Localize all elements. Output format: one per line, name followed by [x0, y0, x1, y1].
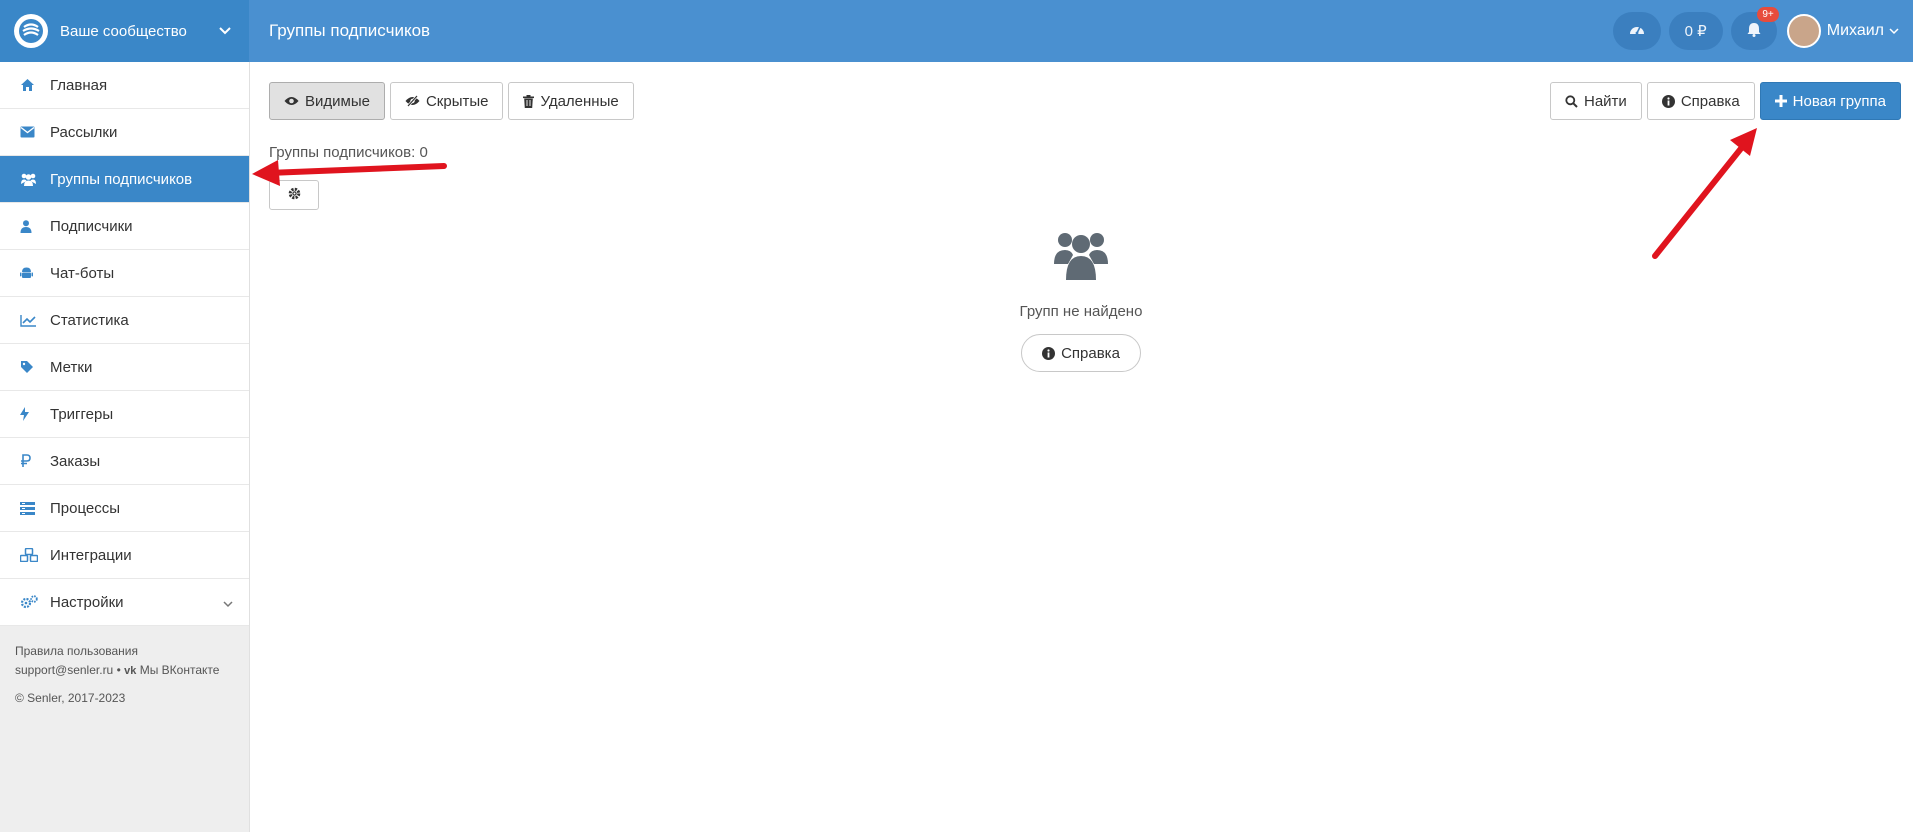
footer-separator: •	[116, 663, 121, 677]
tab-visible[interactable]: Видимые	[269, 82, 385, 120]
chevron-down-icon	[223, 595, 233, 612]
sidebar-item-settings[interactable]: Настройки	[0, 579, 249, 626]
eye-icon	[284, 96, 299, 106]
eye-slash-icon	[405, 95, 420, 107]
community-name: Ваше сообщество	[60, 22, 187, 40]
user-menu[interactable]: Михаил	[1786, 14, 1899, 48]
empty-help-label: Справка	[1061, 344, 1120, 362]
sidebar-item-tags[interactable]: Метки	[0, 344, 249, 391]
sidebar-item-statistics[interactable]: Статистика	[0, 297, 249, 344]
help-button[interactable]: Справка	[1646, 82, 1755, 120]
bell-icon	[1747, 22, 1761, 41]
sidebar-item-label: Главная	[50, 76, 108, 94]
empty-message: Групп не найдено	[1019, 303, 1143, 320]
cubes-icon	[20, 548, 50, 562]
gear-icon	[288, 187, 301, 204]
tab-hidden-label: Скрытые	[425, 92, 489, 110]
sidebar: Ваше сообщество Главная Рассылки Группы …	[0, 0, 250, 832]
bolt-icon	[20, 407, 50, 421]
trash-icon	[523, 94, 535, 108]
sidebar-item-processes[interactable]: Процессы	[0, 485, 249, 532]
community-selector[interactable]: Ваше сообщество	[0, 0, 249, 62]
new-group-label: Новая группа	[1792, 92, 1886, 110]
sidebar-footer: Правила пользования support@senler.ru • …	[0, 626, 249, 724]
avatar	[1786, 14, 1821, 48]
page-title: Группы подписчиков	[269, 21, 431, 40]
cogs-icon	[20, 595, 50, 609]
sidebar-item-label: Процессы	[50, 499, 121, 517]
sidebar-item-label: Рассылки	[50, 123, 118, 141]
settings-button[interactable]	[269, 180, 319, 210]
info-icon	[1042, 346, 1056, 360]
find-label: Найти	[1584, 92, 1627, 110]
dashboard-icon	[1629, 22, 1645, 40]
chevron-down-icon	[1889, 27, 1899, 35]
ruble-icon	[20, 454, 50, 468]
tag-icon	[20, 360, 50, 374]
sidebar-item-label: Подписчики	[50, 217, 133, 235]
envelope-icon	[20, 126, 50, 138]
sidebar-item-chatbots[interactable]: Чат-боты	[0, 250, 249, 297]
android-icon	[20, 266, 50, 280]
user-icon	[20, 219, 50, 233]
sidebar-item-label: Чат-боты	[50, 264, 115, 282]
sidebar-item-triggers[interactable]: Триггеры	[0, 391, 249, 438]
plus-icon	[1774, 95, 1787, 107]
users-icon	[1054, 233, 1108, 284]
find-button[interactable]: Найти	[1550, 82, 1642, 120]
sidebar-item-home[interactable]: Главная	[0, 62, 249, 109]
balance-value: 0 ₽	[1684, 23, 1707, 40]
sidebar-item-subscribers[interactable]: Подписчики	[0, 203, 249, 250]
sidebar-item-label: Статистика	[50, 311, 129, 329]
support-email-link[interactable]: support@senler.ru	[15, 663, 113, 677]
list-icon	[20, 501, 50, 515]
copyright: © Senler, 2017-2023	[15, 691, 126, 705]
tab-hidden[interactable]: Скрытые	[389, 82, 504, 120]
tab-visible-label: Видимые	[305, 92, 370, 110]
home-icon	[20, 78, 50, 92]
topbar: Группы подписчиков 0 ₽ 9+ Михаил	[249, 0, 1913, 62]
sidebar-item-label: Метки	[50, 358, 93, 376]
sidebar-item-label: Интеграции	[50, 546, 132, 564]
user-name: Михаил	[1826, 22, 1884, 39]
line-chart-icon	[20, 314, 50, 327]
groups-count: Группы подписчиков: 0	[269, 144, 428, 161]
sidebar-item-subscriber-groups[interactable]: Группы подписчиков	[0, 156, 249, 203]
empty-help-button[interactable]: Справка	[1021, 334, 1141, 372]
chevron-down-icon	[219, 24, 231, 38]
tab-deleted[interactable]: Удаленные	[508, 82, 634, 120]
users-icon	[20, 173, 50, 186]
info-icon	[1661, 94, 1675, 108]
senler-logo-icon	[14, 14, 48, 48]
sidebar-item-mailings[interactable]: Рассылки	[0, 109, 249, 156]
search-icon	[1565, 94, 1578, 108]
vk-icon: vk	[124, 665, 137, 677]
visibility-tabs: Видимые Скрытые Удаленные	[269, 82, 634, 120]
notifications-button[interactable]: 9+	[1730, 7, 1779, 50]
vk-link[interactable]: Мы ВКонтакте	[140, 663, 220, 677]
sidebar-item-integrations[interactable]: Интеграции	[0, 532, 249, 579]
terms-link[interactable]: Правила пользования	[15, 644, 138, 658]
page-actions: Найти Справка Новая группа	[1550, 82, 1901, 120]
sidebar-item-label: Настройки	[50, 593, 124, 611]
tab-deleted-label: Удаленные	[540, 92, 619, 110]
empty-state: Групп не найдено Справка	[249, 230, 1913, 372]
sidebar-item-label: Заказы	[50, 452, 101, 470]
dashboard-button[interactable]	[1612, 12, 1661, 50]
sidebar-menu: Главная Рассылки Группы подписчиков Подп…	[0, 62, 249, 626]
new-group-button[interactable]: Новая группа	[1759, 82, 1901, 120]
help-label: Справка	[1680, 92, 1740, 110]
main-content: Видимые Скрытые Удаленные Найти Справка …	[249, 62, 1913, 832]
balance-button[interactable]: 0 ₽	[1668, 12, 1723, 50]
sidebar-item-label: Группы подписчиков	[50, 170, 193, 188]
sidebar-item-label: Триггеры	[50, 405, 114, 423]
sidebar-item-orders[interactable]: Заказы	[0, 438, 249, 485]
notifications-badge: 9+	[1757, 7, 1779, 22]
